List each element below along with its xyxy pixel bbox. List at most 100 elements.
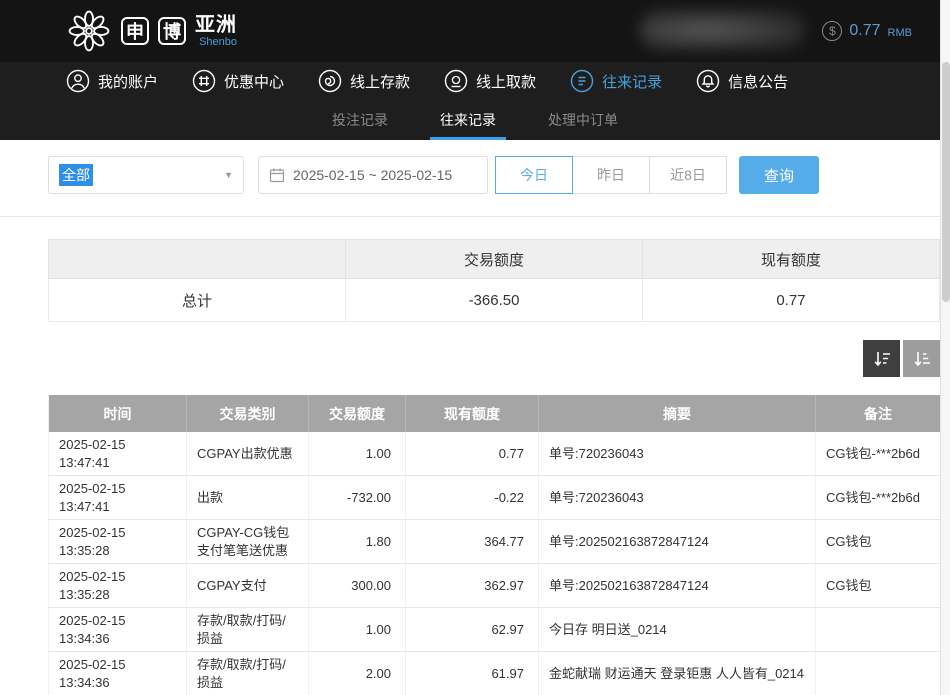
cell-time: 2025-02-15 13:47:41 bbox=[49, 476, 187, 520]
cell-summary: 单号:202502163872847124 bbox=[539, 564, 816, 608]
sort-ascending-icon bbox=[912, 349, 932, 369]
cell-note: CG钱包 bbox=[816, 520, 941, 564]
filter-bar: 全部 ▼ 2025-02-15 ~ 2025-02-15 今日 昨日 近8日 查… bbox=[0, 140, 950, 208]
range-button-yesterday[interactable]: 昨日 bbox=[572, 156, 650, 194]
bell-icon bbox=[696, 69, 720, 93]
balance-display[interactable]: $ 0.77 RMB bbox=[822, 0, 912, 62]
header-amount: 交易额度 bbox=[309, 395, 406, 432]
table-row: 2025-02-15 13:47:41 CGPAY出款优惠 1.00 0.77 … bbox=[49, 432, 941, 476]
table-row: 2025-02-15 13:34:36 存款/取款/打码/损益 2.00 61.… bbox=[49, 652, 941, 695]
date-range-input[interactable]: 2025-02-15 ~ 2025-02-15 bbox=[258, 156, 488, 194]
promo-grid-icon bbox=[192, 69, 216, 93]
logo-char-bo: 博 bbox=[158, 17, 186, 45]
header-summary: 摘要 bbox=[539, 395, 816, 432]
header-time: 时间 bbox=[49, 395, 187, 432]
cell-type: CGPAY支付 bbox=[187, 564, 309, 608]
cell-balance: 61.97 bbox=[406, 652, 539, 695]
cell-type: 出款 bbox=[187, 476, 309, 520]
brand-logo[interactable]: 申 博 亚洲 Shenbo bbox=[66, 8, 237, 54]
sort-descending-button[interactable] bbox=[863, 340, 900, 377]
cell-balance: 0.77 bbox=[406, 432, 539, 476]
sort-controls bbox=[0, 340, 940, 377]
cell-note bbox=[816, 608, 941, 652]
logo-subtext: Shenbo bbox=[195, 37, 237, 48]
nav-item-online-deposit[interactable]: 线上存款 bbox=[318, 69, 410, 93]
nav-item-promo-center[interactable]: 优惠中心 bbox=[192, 69, 284, 93]
range-button-today[interactable]: 今日 bbox=[495, 156, 573, 194]
chevron-down-icon: ▼ bbox=[224, 170, 233, 180]
dollar-icon: $ bbox=[822, 21, 842, 41]
date-range-value: 2025-02-15 ~ 2025-02-15 bbox=[293, 167, 452, 183]
tab-betting-records[interactable]: 投注记录 bbox=[328, 100, 392, 140]
nav-item-my-account[interactable]: 我的账户 bbox=[66, 69, 158, 93]
vertical-scrollbar[interactable] bbox=[940, 0, 950, 695]
query-button[interactable]: 查询 bbox=[739, 156, 819, 194]
summary-transaction-total: -366.50 bbox=[346, 279, 643, 322]
cell-time: 2025-02-15 13:35:28 bbox=[49, 564, 187, 608]
sort-ascending-button[interactable] bbox=[903, 340, 940, 377]
cell-note: CG钱包-***2b6d bbox=[816, 476, 941, 520]
deposit-coin-icon bbox=[318, 69, 342, 93]
records-header-row: 时间 交易类别 交易额度 现有额度 摘要 备注 bbox=[49, 395, 941, 432]
header-balance: 现有额度 bbox=[406, 395, 539, 432]
cell-amount: 300.00 bbox=[309, 564, 406, 608]
cell-note bbox=[816, 652, 941, 695]
cell-type: CGPAY出款优惠 bbox=[187, 432, 309, 476]
cell-amount: 2.00 bbox=[309, 652, 406, 695]
cell-type: 存款/取款/打码/损益 bbox=[187, 652, 309, 695]
summary-row: 总计 -366.50 0.77 bbox=[49, 279, 940, 322]
cell-amount: 1.00 bbox=[309, 608, 406, 652]
nav-item-online-withdraw[interactable]: 线上取款 bbox=[444, 69, 536, 93]
cell-type: 存款/取款/打码/损益 bbox=[187, 608, 309, 652]
cell-summary: 单号:202502163872847124 bbox=[539, 520, 816, 564]
records-icon bbox=[570, 69, 594, 93]
calendar-icon bbox=[269, 167, 285, 183]
section-divider bbox=[0, 216, 950, 217]
summary-header-empty bbox=[49, 240, 346, 279]
cell-balance: 364.77 bbox=[406, 520, 539, 564]
summary-total-label: 总计 bbox=[49, 279, 346, 322]
nav-item-transaction-records[interactable]: 往来记录 bbox=[570, 69, 662, 93]
table-row: 2025-02-15 13:34:36 存款/取款/打码/损益 1.00 62.… bbox=[49, 608, 941, 652]
table-row: 2025-02-15 13:35:28 CGPAY-CG钱包支付笔笔送优惠 1.… bbox=[49, 520, 941, 564]
flower-logo-icon bbox=[66, 8, 112, 54]
top-header: 申 博 亚洲 Shenbo $ 0.77 RMB bbox=[0, 0, 950, 62]
cell-type: CGPAY-CG钱包支付笔笔送优惠 bbox=[187, 520, 309, 564]
tab-transaction-records[interactable]: 往来记录 bbox=[436, 100, 500, 140]
scrollbar-thumb[interactable] bbox=[942, 62, 950, 302]
tab-label: 处理中订单 bbox=[548, 110, 618, 130]
table-row: 2025-02-15 13:35:28 CGPAY支付 300.00 362.9… bbox=[49, 564, 941, 608]
sub-nav: 投注记录 往来记录 处理中订单 bbox=[0, 100, 950, 140]
range-button-last8days[interactable]: 近8日 bbox=[649, 156, 727, 194]
cell-summary: 单号:720236043 bbox=[539, 476, 816, 520]
cell-amount: -732.00 bbox=[309, 476, 406, 520]
cell-time: 2025-02-15 13:47:41 bbox=[49, 432, 187, 476]
logo-region-text: 亚洲 bbox=[195, 15, 237, 35]
balance-currency: RMB bbox=[888, 27, 912, 39]
records-table: 时间 交易类别 交易额度 现有额度 摘要 备注 2025-02-15 13:47… bbox=[48, 395, 941, 695]
nav-label: 优惠中心 bbox=[224, 71, 284, 92]
cell-amount: 1.80 bbox=[309, 520, 406, 564]
logo-char-shen: 申 bbox=[121, 17, 149, 45]
cell-summary: 今日存 明日送_0214 bbox=[539, 608, 816, 652]
tab-label: 往来记录 bbox=[440, 110, 496, 130]
nav-label: 我的账户 bbox=[98, 71, 158, 92]
nav-label: 线上存款 bbox=[350, 71, 410, 92]
cell-time: 2025-02-15 13:35:28 bbox=[49, 520, 187, 564]
category-selected-value: 全部 bbox=[59, 164, 93, 186]
user-icon bbox=[66, 69, 90, 93]
quick-range-group: 今日 昨日 近8日 bbox=[496, 156, 727, 194]
nav-item-announcements[interactable]: 信息公告 bbox=[696, 69, 788, 93]
nav-label: 往来记录 bbox=[602, 71, 662, 92]
category-select[interactable]: 全部 ▼ bbox=[48, 156, 244, 194]
sort-descending-icon bbox=[872, 349, 892, 369]
cell-summary: 单号:720236043 bbox=[539, 432, 816, 476]
cell-time: 2025-02-15 13:34:36 bbox=[49, 608, 187, 652]
balance-amount: 0.77 bbox=[849, 22, 880, 40]
nav-label: 线上取款 bbox=[476, 71, 536, 92]
cell-balance: 62.97 bbox=[406, 608, 539, 652]
page: 申 博 亚洲 Shenbo $ 0.77 RMB 我的账户 bbox=[0, 0, 950, 695]
tab-processing-orders[interactable]: 处理中订单 bbox=[544, 100, 622, 140]
cell-balance: 362.97 bbox=[406, 564, 539, 608]
cell-time: 2025-02-15 13:34:36 bbox=[49, 652, 187, 695]
